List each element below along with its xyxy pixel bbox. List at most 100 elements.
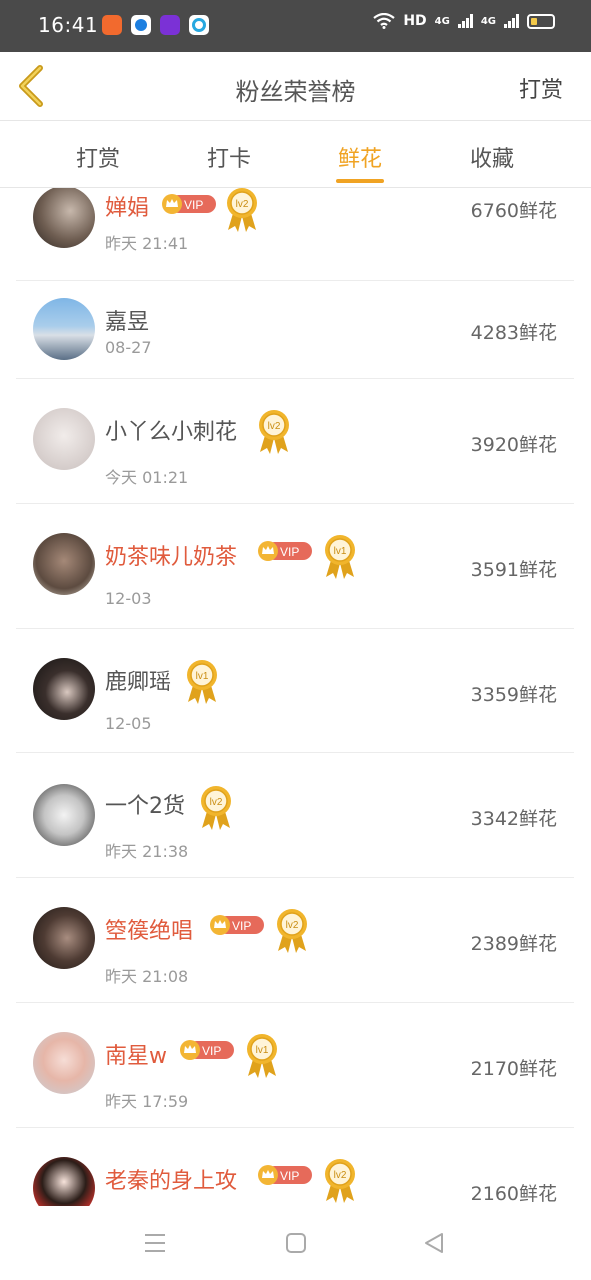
menu-icon <box>145 1234 165 1252</box>
level-label: lv2 <box>236 199 249 210</box>
user-name[interactable]: 婵娟 <box>105 190 149 222</box>
vip-label: VIP <box>202 1044 221 1058</box>
tab-checkin[interactable]: 打卡 <box>184 141 274 173</box>
list-item[interactable]: 鹿卿瑶 lv1 12-05 3359鲜花 <box>16 628 574 753</box>
list-item[interactable]: 老秦的身上攻 VIP lv2 2160鲜花 <box>16 1127 574 1206</box>
system-nav-bar <box>0 1206 591 1280</box>
page-title: 粉丝荣誉榜 <box>235 78 356 106</box>
tab-active-indicator <box>336 179 384 183</box>
tab-flowers[interactable]: 鲜花 <box>315 141 405 173</box>
avatar[interactable] <box>33 1032 95 1094</box>
signal-bars-icon-2 <box>504 14 519 28</box>
vip-label: VIP <box>280 1169 299 1183</box>
reward-button[interactable]: 打赏 <box>519 72 563 104</box>
list-item[interactable]: 奶茶味儿奶茶 VIP lv1 12-03 3591鲜花 <box>16 503 574 629</box>
back-triangle-icon <box>425 1233 443 1253</box>
vip-label: VIP <box>184 198 203 212</box>
level-medal-icon: lv2 <box>274 907 310 955</box>
user-name[interactable]: 一个2货 <box>105 788 185 820</box>
list-item[interactable]: 南星w VIP lv1 昨天 17:59 2170鲜花 <box>16 1002 574 1128</box>
signal-label-1: 4G <box>434 15 450 27</box>
flower-score: 2160鲜花 <box>470 1183 557 1205</box>
level-medal-icon: lv2 <box>322 1157 358 1205</box>
user-name[interactable]: 南星w <box>105 1038 167 1070</box>
level-label: lv1 <box>256 1045 269 1056</box>
avatar[interactable] <box>33 907 95 969</box>
app4-icon <box>189 15 209 35</box>
flower-score: 3342鲜花 <box>470 808 557 830</box>
signal-label-2: 4G <box>480 15 496 27</box>
home-button[interactable] <box>284 1232 308 1254</box>
vip-badge: VIP <box>180 1040 234 1060</box>
user-name[interactable]: 小丫么小刺花 <box>105 414 237 446</box>
user-name[interactable]: 嘉昱 <box>105 304 149 336</box>
vip-badge: VIP <box>210 915 264 935</box>
battery-icon <box>527 13 555 29</box>
status-bar: 16:41 HD 4G 4G <box>0 0 591 52</box>
status-indicators: HD 4G 4G <box>373 13 555 29</box>
level-label: lv2 <box>286 920 299 931</box>
status-app-icons <box>102 15 209 35</box>
flower-score: 3920鲜花 <box>470 434 557 456</box>
list-item[interactable]: 小丫么小刺花 lv2 今天 01:21 3920鲜花 <box>16 378 574 504</box>
level-medal-icon: lv1 <box>244 1032 280 1080</box>
user-name[interactable]: 老秦的身上攻 <box>105 1163 237 1195</box>
level-medal-icon: lv2 <box>256 408 292 456</box>
app2-icon <box>131 15 151 35</box>
wifi-icon <box>373 13 395 29</box>
level-label: lv2 <box>210 797 223 808</box>
level-label: lv2 <box>334 1170 347 1181</box>
last-active-date: 昨天 17:59 <box>105 1092 189 1111</box>
list-item[interactable]: 嘉昱 08-27 4283鲜花 <box>16 280 574 379</box>
avatar[interactable] <box>33 298 95 360</box>
vip-label: VIP <box>232 919 251 933</box>
flower-score: 4283鲜花 <box>470 322 557 344</box>
last-active-date: 08-27 <box>105 338 152 357</box>
flower-score: 2170鲜花 <box>470 1058 557 1080</box>
avatar[interactable] <box>33 408 95 470</box>
tab-favorites[interactable]: 收藏 <box>447 141 537 173</box>
user-name[interactable]: 鹿卿瑶 <box>105 664 171 696</box>
last-active-date: 12-03 <box>105 589 152 608</box>
ranking-list[interactable]: 婵娟 VIP lv2 昨天 21:41 6760鲜花 嘉昱 08-27 4283… <box>0 188 591 1206</box>
flower-score: 3359鲜花 <box>470 684 557 706</box>
flower-score: 3591鲜花 <box>470 559 557 581</box>
home-square-icon <box>286 1233 306 1253</box>
last-active-date: 昨天 21:08 <box>105 967 189 986</box>
avatar[interactable] <box>33 658 95 720</box>
level-label: lv2 <box>268 421 281 432</box>
back-nav-button[interactable] <box>422 1232 446 1254</box>
last-active-date: 昨天 21:38 <box>105 842 189 861</box>
avatar[interactable] <box>33 533 95 595</box>
level-medal-icon: lv1 <box>322 533 358 581</box>
last-active-date: 12-05 <box>105 714 152 733</box>
level-label: lv1 <box>196 671 209 682</box>
list-item[interactable]: 婵娟 VIP lv2 昨天 21:41 6760鲜花 <box>16 188 574 281</box>
last-active-date: 今天 01:21 <box>105 468 189 487</box>
avatar[interactable] <box>33 784 95 846</box>
level-medal-icon: lv2 <box>198 784 234 832</box>
level-label: lv1 <box>334 546 347 557</box>
list-item[interactable]: 一个2货 lv2 昨天 21:38 3342鲜花 <box>16 752 574 878</box>
avatar[interactable] <box>33 1157 95 1206</box>
vip-badge: VIP <box>258 1165 312 1185</box>
user-name[interactable]: 箜篌绝唱 <box>105 913 193 945</box>
avatar[interactable] <box>33 188 95 248</box>
signal-bars-icon <box>457 14 473 28</box>
last-active-date: 昨天 21:41 <box>105 234 189 253</box>
user-name[interactable]: 奶茶味儿奶茶 <box>105 539 237 571</box>
vip-badge: VIP <box>162 194 216 214</box>
list-item[interactable]: 箜篌绝唱 VIP lv2 昨天 21:08 2389鲜花 <box>16 877 574 1003</box>
app-header: 粉丝荣誉榜 打赏 <box>0 52 591 121</box>
vip-badge: VIP <box>258 541 312 561</box>
level-medal-icon: lv2 <box>224 188 260 234</box>
app3-icon <box>160 15 180 35</box>
tab-reward[interactable]: 打赏 <box>53 141 143 173</box>
tab-bar: 打赏 打卡 鲜花 收藏 <box>0 121 591 188</box>
level-medal-icon: lv1 <box>184 658 220 706</box>
status-time: 16:41 <box>38 13 99 37</box>
app1-icon <box>102 15 122 35</box>
flower-score: 2389鲜花 <box>470 933 557 955</box>
menu-button[interactable] <box>143 1232 167 1254</box>
vip-label: VIP <box>280 545 299 559</box>
